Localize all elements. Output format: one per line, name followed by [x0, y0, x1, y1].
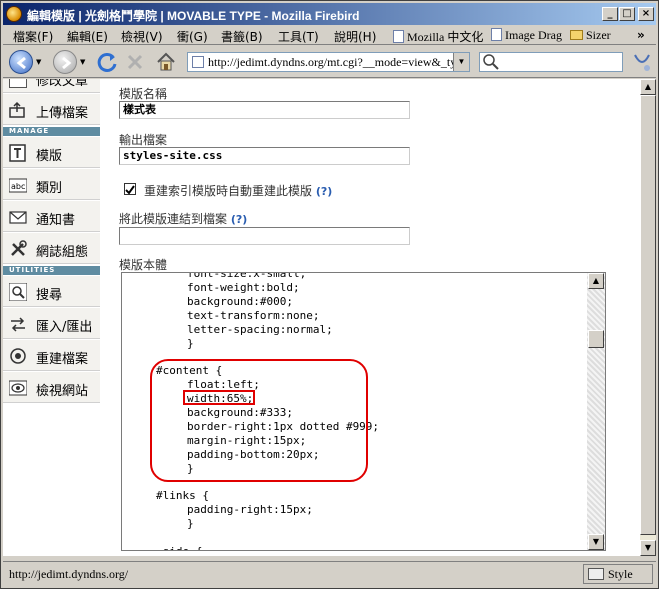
sidebar-filler: [3, 404, 100, 556]
textarea-scrollbar[interactable]: ▲ ▼: [587, 273, 605, 550]
sidebar-item-categories[interactable]: abc 類別: [3, 169, 100, 200]
template-body-textarea[interactable]: font-size:x-small; font-weight:bold; backg…: [121, 272, 606, 551]
code-line: font-size:x-small;: [187, 272, 307, 280]
page-scrollbar[interactable]: ▲ ▼: [640, 79, 656, 556]
scroll-thumb[interactable]: [588, 330, 604, 348]
code-line: .side {: [156, 545, 202, 550]
manage-header: MANAGE: [3, 127, 100, 136]
maximize-button[interactable]: □: [619, 7, 635, 21]
sidebar-item-templates[interactable]: 模版: [3, 137, 100, 168]
menu-go[interactable]: 衝(G): [177, 28, 208, 45]
tools-icon: [11, 240, 27, 256]
back-dropdown-icon[interactable]: ▼: [36, 58, 41, 66]
style-switcher[interactable]: Style: [583, 564, 653, 584]
menu-tools[interactable]: 工具(T): [278, 28, 319, 45]
url-bar[interactable]: http://jedimt.dyndns.org/mt.cgi?__mode=v…: [187, 52, 470, 72]
code-line: }: [187, 517, 194, 531]
sidebar-item-rebuild[interactable]: 重建檔案: [3, 340, 100, 371]
menu-edit[interactable]: 編輯(E): [67, 28, 108, 45]
eye-icon: [9, 380, 27, 396]
close-button[interactable]: ×: [638, 7, 654, 21]
status-text: http://jedimt.dyndns.org/: [9, 567, 129, 581]
throbber-icon: [631, 51, 653, 73]
code-line: letter-spacing:normal;: [187, 322, 333, 336]
home-icon[interactable]: [155, 51, 177, 73]
sidebar-item-notifications[interactable]: 通知書: [3, 201, 100, 232]
sidebar-item-edit-entries[interactable]: 修改文章: [3, 79, 100, 93]
link-file-input[interactable]: [119, 227, 410, 245]
menu-bookmarks[interactable]: 書籤(B): [221, 28, 263, 45]
sidebar-item-view-site[interactable]: 檢視網站: [3, 372, 100, 403]
rebuild-icon: [10, 348, 26, 364]
page-scroll-up-icon[interactable]: ▲: [640, 79, 656, 95]
browser-window: 編輯模版 | 光劍格鬥學院 | MOVABLE TYPE - Mozilla F…: [0, 0, 659, 589]
menu-help[interactable]: 說明(H): [334, 28, 376, 45]
firebird-app-icon: [6, 6, 22, 22]
page-icon: [491, 28, 502, 41]
code-line: padding-right:15px;: [187, 503, 313, 517]
menu-bar: 檔案(F) 編輯(E) 檢視(V) 衝(G) 書籤(B) 工具(T) 說明(H)…: [3, 25, 656, 45]
bookmark-mozilla-zh[interactable]: Mozilla 中文化: [393, 28, 483, 45]
utilities-header: UTILITIES: [3, 266, 100, 275]
page-scroll-down-icon[interactable]: ▼: [640, 540, 656, 556]
back-arrow-icon[interactable]: [9, 50, 33, 74]
url-text: http://jedimt.dyndns.org/mt.cgi?__mode=v…: [208, 55, 457, 69]
template-name-label: 模版名稱: [119, 87, 168, 101]
sidebar: 修改文章 上傳檔案 MANAGE 模版 abc 類別 通知書 網誌組態 UTIL…: [3, 79, 100, 556]
output-file-label: 輸出檔案: [119, 133, 168, 147]
page-icon: [393, 30, 404, 43]
sidebar-item-upload[interactable]: 上傳檔案: [3, 94, 100, 125]
help-link[interactable]: (?): [316, 185, 332, 198]
template-body-label: 模版本體: [119, 258, 168, 272]
sidebar-item-import-export[interactable]: 匯入/匯出: [3, 308, 100, 339]
style-icon: [588, 568, 604, 580]
category-icon: abc: [9, 178, 27, 193]
title-bar: 編輯模版 | 光劍格鬥學院 | MOVABLE TYPE - Mozilla F…: [3, 3, 656, 25]
code-line: text-transform:none;: [187, 308, 320, 322]
svg-text:abc: abc: [11, 182, 25, 191]
code-line: #links {: [156, 489, 209, 503]
navigation-toolbar: ▼ ▼ http://jedimt.dyndns.org/mt.cgi?__mo…: [3, 46, 656, 78]
sidebar-item-search[interactable]: 搜尋: [3, 276, 100, 307]
overflow-chevron[interactable]: »: [637, 28, 645, 42]
menu-view[interactable]: 檢視(V): [121, 28, 163, 45]
search-input[interactable]: [479, 52, 623, 72]
search-icon: [483, 54, 499, 70]
code-line: font-weight:bold;: [187, 280, 300, 294]
reload-icon[interactable]: [95, 51, 119, 73]
scroll-down-icon[interactable]: ▼: [588, 534, 604, 550]
page-favicon-icon: [192, 56, 204, 68]
menu-file[interactable]: 檔案(F): [13, 28, 53, 45]
rebuild-checkbox-label: 重建索引模版時自動重建此模版 (?): [144, 184, 333, 198]
bookmark-image-drag[interactable]: Image Drag: [491, 28, 562, 43]
stop-icon[interactable]: [125, 52, 145, 72]
template-icon: [9, 144, 26, 162]
help-link[interactable]: (?): [231, 213, 247, 226]
window-title: 編輯模版 | 光劍格鬥學院 | MOVABLE TYPE - Mozilla F…: [27, 9, 360, 23]
scroll-up-icon[interactable]: ▲: [588, 273, 604, 289]
link-file-label: 將此模版連結到檔案 (?): [119, 212, 248, 226]
document-icon: [9, 79, 27, 88]
forward-dropdown-icon[interactable]: ▼: [80, 58, 85, 66]
import-export-icon: [11, 317, 25, 332]
code-line: background:#000;: [187, 294, 293, 308]
page-scroll-thumb[interactable]: [640, 95, 656, 535]
folder-icon: [570, 30, 583, 40]
upload-icon: [9, 101, 25, 118]
rebuild-checkbox[interactable]: [124, 183, 136, 195]
minimize-button[interactable]: _: [602, 7, 618, 21]
highlight-content-block: [150, 359, 368, 483]
url-dropdown-icon[interactable]: ▼: [453, 53, 469, 71]
template-name-input[interactable]: 樣式表: [119, 101, 410, 119]
magnifier-icon: [9, 283, 27, 301]
sidebar-item-weblog-config[interactable]: 網誌組態: [3, 233, 100, 264]
code-line: }: [187, 336, 194, 350]
forward-arrow-icon[interactable]: [53, 50, 77, 74]
page-content: 修改文章 上傳檔案 MANAGE 模版 abc 類別 通知書 網誌組態 UTIL…: [3, 79, 640, 556]
status-bar: http://jedimt.dyndns.org/ Style: [3, 561, 656, 586]
output-file-input[interactable]: styles-site.css: [119, 147, 410, 165]
bookmark-sizer[interactable]: Sizer: [570, 28, 611, 43]
envelope-icon: [9, 211, 27, 224]
